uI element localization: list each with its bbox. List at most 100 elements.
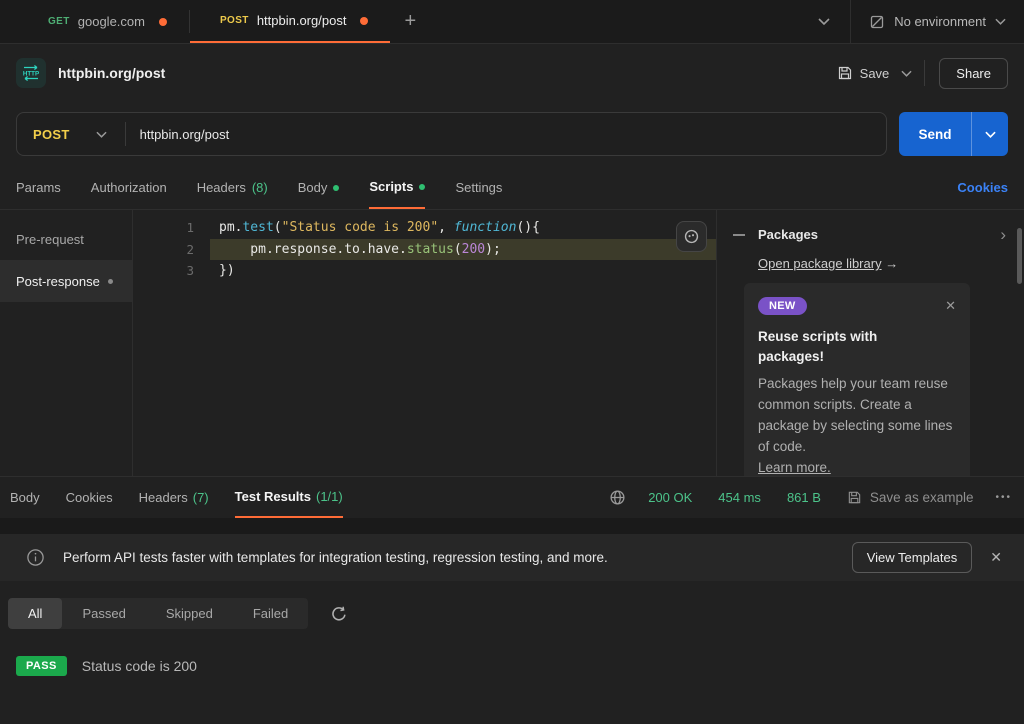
promo-heading: Reuse scripts with packages! — [758, 329, 878, 364]
tab-list-chevron-down-icon[interactable] — [798, 18, 850, 25]
tab-label: Params — [16, 180, 61, 195]
resize-handle-icon[interactable] — [733, 233, 745, 236]
banner-text: Perform API tests faster with templates … — [63, 550, 608, 565]
save-options-chevron-down-icon[interactable] — [889, 70, 924, 77]
url-row: POST Send — [0, 102, 1024, 166]
response-size[interactable]: 861 B — [787, 490, 821, 505]
banner-close-icon[interactable]: ✕ — [990, 549, 1008, 566]
response-tab-headers[interactable]: Headers (7) — [139, 477, 209, 518]
response-tab-body[interactable]: Body — [10, 477, 40, 518]
test-results-filter-row: All Passed Skipped Failed — [8, 598, 1024, 629]
test-results-count: (1/1) — [315, 489, 343, 504]
editor-line: 2 pm.response.to.have.status(200); — [133, 238, 716, 260]
response-time[interactable]: 454 ms — [718, 490, 761, 505]
save-as-example-button[interactable]: Save as example — [847, 490, 974, 505]
editor-line: 1 pm.test("Status code is 200", function… — [133, 217, 716, 239]
view-templates-button[interactable]: View Templates — [851, 542, 973, 573]
tab-label: Settings — [455, 180, 503, 195]
filter-all[interactable]: All — [8, 598, 63, 629]
learn-more-link[interactable]: Learn more. — [758, 460, 831, 475]
svg-text:HTTP: HTTP — [23, 71, 39, 78]
open-package-library-link[interactable]: Open package library — [758, 256, 882, 271]
save-floppy-icon — [837, 65, 853, 81]
response-tab-cookies[interactable]: Cookies — [66, 477, 113, 518]
new-badge: NEW — [758, 297, 807, 315]
collapse-chevron-right-icon[interactable]: › — [1000, 226, 1008, 243]
save-button[interactable]: Save — [837, 65, 889, 81]
request-tab-httpbin-post[interactable]: POST httpbin.org/post — [189, 0, 391, 43]
arrow-right-icon: → — [885, 256, 899, 271]
banner-actions: View Templates ✕ — [851, 542, 1008, 573]
tab-headers[interactable]: Headers (8) — [197, 166, 268, 209]
filter-group: All Passed Skipped Failed — [8, 598, 309, 629]
divider — [924, 60, 926, 86]
tab-label: Headers — [138, 490, 188, 505]
environment-label: No environment — [894, 14, 986, 29]
tab-label: Body — [10, 490, 40, 505]
filter-failed[interactable]: Failed — [233, 598, 308, 629]
sidebar-item-pre-request[interactable]: Pre-request — [0, 218, 132, 260]
tab-label: Headers — [196, 180, 246, 195]
rerun-tests-refresh-icon[interactable] — [330, 605, 348, 623]
more-options-icon[interactable]: ••• — [995, 492, 1014, 503]
script-editor[interactable]: 1 pm.test("Status code is 200", function… — [133, 210, 717, 476]
request-section-tabs: Params Authorization Headers (8) Body Sc… — [0, 166, 1024, 210]
scrollbar-thumb[interactable] — [1017, 228, 1022, 284]
url-box: POST — [16, 112, 887, 156]
request-tab-bar: GET google.com POST httpbin.org/post + N… — [0, 0, 1024, 44]
filter-skipped[interactable]: Skipped — [146, 598, 233, 629]
tab-scripts[interactable]: Scripts — [369, 166, 426, 209]
environment-selector[interactable]: No environment — [851, 14, 1024, 30]
modified-dot-icon — [419, 183, 426, 190]
network-globe-icon[interactable] — [609, 489, 626, 506]
postbot-button[interactable] — [676, 221, 707, 252]
line-number: 2 — [186, 241, 194, 257]
save-floppy-icon — [847, 490, 862, 505]
send-split-button: Send — [899, 112, 1008, 156]
request-tab-get-google[interactable]: GET google.com — [0, 0, 189, 43]
topbar-right: No environment — [798, 0, 1024, 44]
tab-settings[interactable]: Settings — [455, 166, 502, 209]
editor-line: 3 }) — [133, 260, 716, 282]
sidebar-item-label: Post-response — [16, 273, 100, 289]
packages-promo-card: NEW ✕ Reuse scripts with packages! Packa… — [744, 283, 970, 476]
method-dropdown[interactable]: POST — [17, 127, 125, 142]
postbot-icon — [681, 226, 702, 247]
save-as-example-label: Save as example — [869, 490, 974, 505]
tab-params[interactable]: Params — [16, 166, 61, 209]
send-button[interactable]: Send — [899, 112, 971, 156]
http-request-icon: HTTP — [16, 58, 46, 88]
environment-chevron-down-icon — [995, 18, 1006, 25]
tab-authorization[interactable]: Authorization — [91, 166, 167, 209]
unsaved-dot-icon — [360, 16, 369, 25]
unsaved-dot-icon — [158, 17, 167, 26]
no-environment-icon — [869, 14, 885, 30]
share-button[interactable]: Share — [939, 57, 1008, 89]
headers-count: (8) — [251, 180, 268, 195]
request-header: HTTP httpbin.org/post Save Share — [0, 44, 1024, 102]
scripts-sidebar: Pre-request Post-response — [0, 210, 133, 476]
response-tab-test-results[interactable]: Test Results (1/1) — [234, 477, 343, 518]
status-code[interactable]: 200 OK — [648, 490, 692, 505]
request-title: httpbin.org/post — [58, 65, 166, 81]
line-number: 3 — [186, 263, 194, 278]
test-result-row[interactable]: PASS Status code is 200 — [16, 656, 1024, 676]
request-header-actions: Save Share — [837, 57, 1008, 89]
response-section-bar: Body Cookies Headers (7) Test Results (1… — [0, 476, 1024, 518]
postman-window: GET google.com POST httpbin.org/post + N… — [0, 0, 1024, 724]
tab-body[interactable]: Body — [298, 166, 340, 209]
templates-banner: Perform API tests faster with templates … — [0, 534, 1024, 581]
new-tab-button[interactable]: + — [390, 0, 430, 43]
cookies-link[interactable]: Cookies — [957, 166, 1008, 209]
sidebar-item-post-response[interactable]: Post-response — [0, 260, 132, 302]
script-dot-icon — [107, 278, 113, 284]
code-line-2-highlighted: pm.response.to.have.status(200); — [210, 238, 716, 260]
close-icon[interactable]: ✕ — [945, 298, 956, 314]
url-input[interactable] — [125, 126, 886, 142]
filter-passed[interactable]: Passed — [62, 598, 145, 629]
method-label-get: GET — [48, 16, 70, 27]
line-number: 1 — [186, 220, 194, 235]
tab-label: Scripts — [369, 179, 414, 194]
packages-title: Packages — [758, 227, 818, 242]
send-options-chevron-down-icon[interactable] — [971, 112, 1008, 156]
